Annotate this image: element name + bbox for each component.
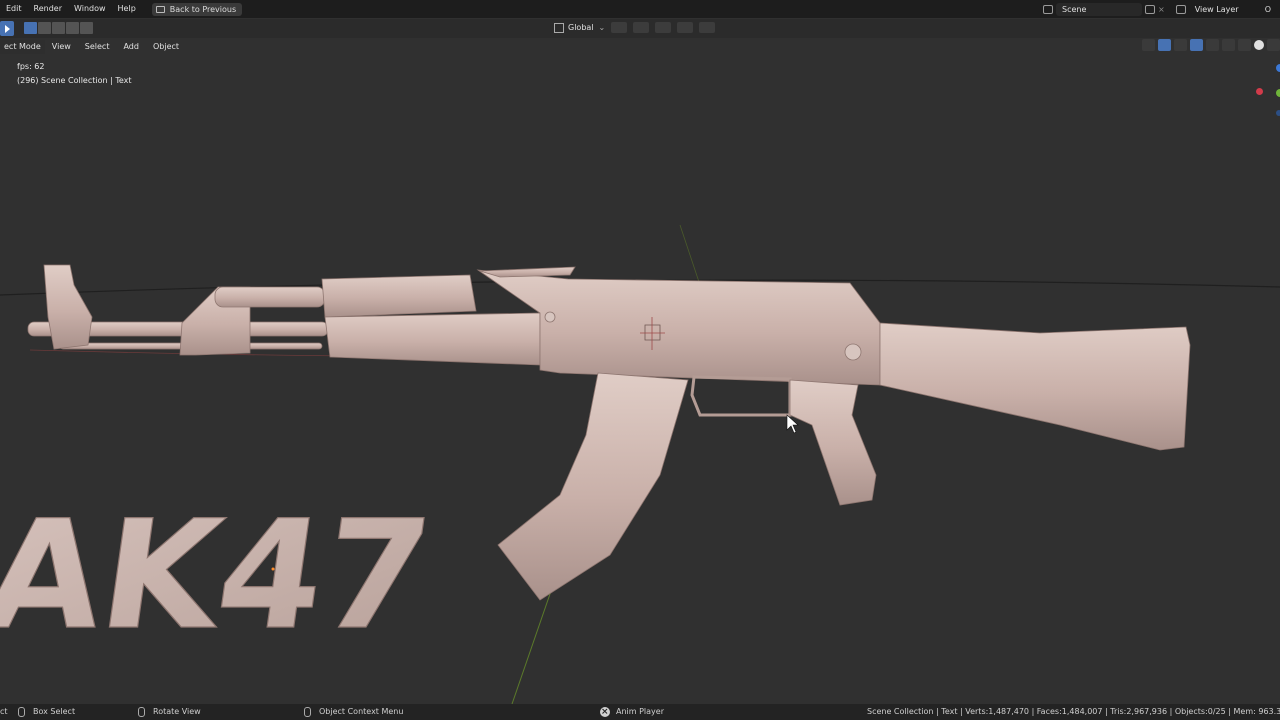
gizmo-neg-z-icon[interactable] — [1276, 110, 1280, 116]
proportional-edit-button[interactable] — [677, 22, 694, 33]
gizmo-x-axis-icon[interactable] — [1256, 88, 1263, 95]
object-mode-dropdown[interactable]: ect Mode — [0, 39, 45, 54]
gizmo-z-axis-icon[interactable] — [1276, 64, 1280, 72]
viewport-menu-view[interactable]: View — [45, 42, 78, 51]
visibility-icon[interactable] — [1142, 39, 1155, 51]
pivot-button[interactable] — [611, 22, 628, 33]
select-subtract-button[interactable] — [52, 22, 65, 34]
material-shading-icon[interactable] — [1267, 39, 1280, 51]
back-to-previous-label: Back to Previous — [169, 4, 237, 14]
scene-field[interactable]: Scene — [1056, 2, 1142, 16]
chevron-down-icon: ⌄ — [598, 23, 606, 32]
close-icon[interactable] — [600, 704, 610, 720]
scene-selector[interactable]: Scene × View Layer O — [1040, 2, 1271, 16]
remove-scene-icon[interactable]: × — [1158, 5, 1165, 14]
fps-counter: fps: 62 — [17, 62, 45, 71]
viewport-menu-select[interactable]: Select — [78, 42, 117, 51]
snap-button[interactable] — [633, 22, 650, 33]
back-to-previous-button[interactable]: Back to Previous — [151, 2, 243, 16]
viewport-menu-add[interactable]: Add — [116, 42, 146, 51]
snap-target-button[interactable] — [655, 22, 672, 33]
menu-edit[interactable]: Edit — [0, 0, 28, 18]
orientation-icon — [554, 22, 564, 33]
status-bar: ct Box Select Rotate View Object Context… — [0, 704, 1280, 720]
falloff-button[interactable] — [699, 22, 716, 33]
scene-icon — [1043, 4, 1053, 14]
status-left-fragment: ct — [0, 704, 8, 720]
back-icon — [155, 5, 165, 13]
transform-orientation-value: Global — [568, 23, 594, 32]
overlay-dropdown-icon[interactable] — [1206, 39, 1219, 51]
view-layer-icon — [1175, 4, 1186, 14]
select-new-button[interactable] — [24, 22, 37, 34]
viewport-canvas[interactable]: AK47 — [0, 55, 1280, 704]
viewport-header: ect Mode View Select Add Object — [0, 38, 1280, 55]
3d-viewport[interactable]: AK47 — [0, 55, 1280, 704]
wireframe-shading-icon[interactable] — [1238, 39, 1251, 51]
status-left-text: ct — [0, 707, 8, 716]
mouse-icon — [18, 707, 25, 717]
text-origin-point — [271, 567, 275, 571]
ak47-text-object[interactable]: AK47 — [0, 487, 441, 663]
menu-help[interactable]: Help — [112, 0, 142, 18]
status-context-menu: Object Context Menu — [304, 704, 403, 720]
xray-toggle-icon[interactable] — [1222, 39, 1235, 51]
collection-info: (296) Scene Collection | Text — [17, 76, 132, 85]
takedown-pin — [844, 343, 862, 361]
rotate-view-label: Rotate View — [153, 707, 201, 716]
mouse-right-icon — [304, 707, 311, 717]
new-scene-icon[interactable] — [1145, 4, 1155, 14]
viewport-menu-object[interactable]: Object — [146, 42, 186, 51]
scene-statistics: Scene Collection | Text | Verts:1,487,47… — [867, 704, 1280, 720]
context-menu-label: Object Context Menu — [319, 707, 404, 716]
selection-mode-group — [24, 22, 94, 34]
mouse-middle-icon — [138, 707, 145, 717]
selector-pin — [544, 311, 556, 323]
status-rotate-view: Rotate View — [138, 704, 201, 720]
status-box-select: Box Select — [18, 704, 75, 720]
box-select-label: Box Select — [33, 707, 76, 716]
select-invert-button[interactable] — [66, 22, 79, 34]
right-edge-label: O — [1264, 4, 1271, 14]
scene-statistics-text: Scene Collection | Text | Verts:1,487,47… — [867, 707, 1280, 716]
anim-player-label: Anim Player — [616, 707, 664, 716]
viewport-shading-controls — [1139, 39, 1280, 51]
menu-render[interactable]: Render — [28, 0, 68, 18]
gizmo-dropdown-icon[interactable] — [1174, 39, 1187, 51]
gizmo-toggle-icon[interactable] — [1158, 39, 1171, 51]
play-select-icon[interactable] — [0, 21, 14, 36]
select-extend-button[interactable] — [38, 22, 51, 34]
anim-player-job[interactable]: Anim Player — [600, 704, 664, 720]
tool-header: Global ⌄ — [0, 19, 1280, 38]
transform-orientation[interactable]: Global ⌄ — [554, 22, 716, 33]
overlay-toggle-icon[interactable] — [1190, 39, 1203, 51]
menu-window[interactable]: Window — [68, 0, 112, 18]
view-layer-field[interactable]: View Layer — [1189, 3, 1259, 16]
select-intersect-button[interactable] — [80, 22, 93, 34]
gizmo-y-axis-icon[interactable] — [1276, 89, 1280, 97]
solid-shading-icon[interactable] — [1254, 40, 1264, 50]
top-menu-bar: Edit Render Window Help Back to Previous… — [0, 0, 1280, 18]
